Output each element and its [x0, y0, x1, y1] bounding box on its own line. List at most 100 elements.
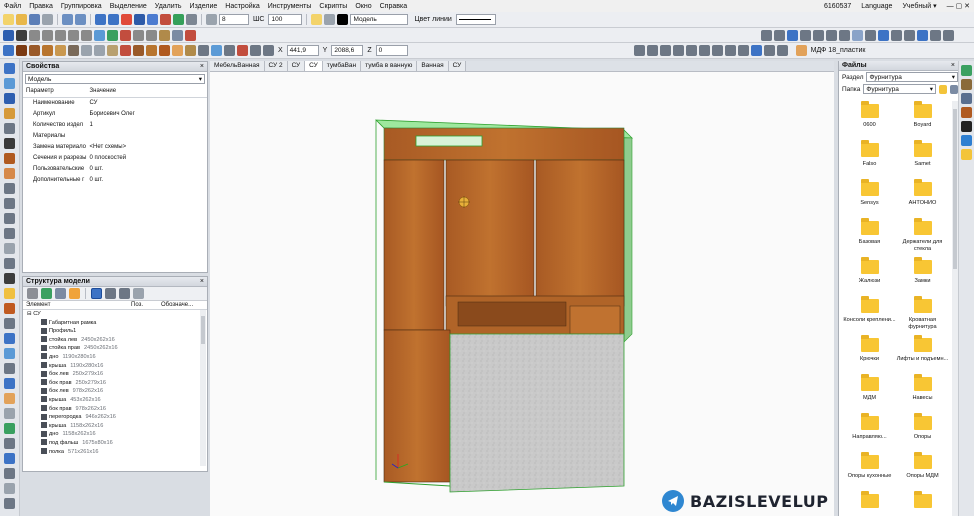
folder-item[interactable]: Навесы [896, 374, 949, 413]
edit-tool-11-icon[interactable] [776, 45, 788, 56]
tools-icon[interactable] [961, 93, 972, 104]
tree-item[interactable]: перегородка 946x262x16 [23, 413, 207, 422]
material-icon[interactable] [961, 107, 972, 118]
left-tool-22-icon[interactable] [4, 393, 15, 404]
close-icon[interactable]: × [200, 277, 204, 287]
cloud-icon[interactable] [961, 135, 972, 146]
edit-tool-4-icon[interactable] [685, 45, 697, 56]
left-tool-24-icon[interactable] [4, 423, 15, 434]
close-icon[interactable]: × [951, 61, 955, 71]
measure-icon[interactable] [186, 14, 197, 25]
folder-item[interactable]: Sensys [843, 179, 896, 218]
tree-item[interactable]: полка 571x261x16 [23, 448, 207, 457]
menu-item-2[interactable]: Группировка [61, 3, 102, 10]
layer-select[interactable]: Модель [350, 14, 409, 25]
tree-item[interactable]: крыша 1158x262x16 [23, 422, 207, 431]
open-file-icon[interactable] [16, 14, 27, 25]
tab-7[interactable]: СУ [448, 61, 467, 71]
line-width-field[interactable]: 8 [219, 14, 249, 25]
draw-tool-1-icon[interactable] [16, 29, 27, 41]
left-tool-23-icon[interactable] [4, 408, 15, 419]
dimension-icon[interactable] [173, 14, 184, 25]
view-tool-12-icon[interactable] [917, 29, 928, 41]
snap-icon[interactable] [95, 14, 106, 25]
menu-item-4[interactable]: Удалить [155, 3, 182, 10]
left-tool-18-icon[interactable] [4, 333, 15, 344]
tree-item[interactable]: крыша 453x262x16 [23, 396, 207, 405]
left-tool-28-icon[interactable] [4, 483, 15, 494]
tab-1[interactable]: СУ 2 [264, 61, 288, 71]
tab-5[interactable]: тумба в ванную [361, 61, 418, 71]
left-tool-11-icon[interactable] [4, 228, 15, 239]
model-tool-9-icon[interactable] [120, 45, 131, 56]
tree-item[interactable]: бок лев 978x262x16 [23, 387, 207, 396]
left-tool-12-icon[interactable] [4, 243, 15, 254]
draw-tool-14-icon[interactable] [185, 29, 196, 41]
expand-icon[interactable] [105, 288, 116, 299]
left-tool-2-icon[interactable] [4, 93, 15, 104]
model-tool-18-icon[interactable] [237, 45, 248, 56]
ortho-icon[interactable] [121, 14, 132, 25]
view-tool-11-icon[interactable] [904, 29, 915, 41]
left-tool-26-icon[interactable] [4, 453, 15, 464]
library-icon[interactable] [961, 65, 972, 76]
y-coordinate-field[interactable]: 2088,6 [331, 45, 364, 56]
left-tool-25-icon[interactable] [4, 438, 15, 449]
folder-item[interactable]: Направляю... [843, 413, 896, 452]
menu-item-6[interactable]: Настройка [225, 3, 259, 10]
property-row[interactable]: Пользовательские 0 шт. [23, 163, 207, 174]
view-tool-14-icon[interactable] [943, 29, 954, 41]
left-tool-14-icon[interactable] [4, 273, 15, 284]
draw-tool-10-icon[interactable] [133, 29, 144, 41]
edit-tool-6-icon[interactable] [711, 45, 723, 56]
folder-item[interactable] [843, 491, 896, 516]
list-icon[interactable] [119, 288, 130, 299]
property-row[interactable]: Дополнительные г0 шт. [23, 174, 207, 185]
left-tool-29-icon[interactable] [4, 498, 15, 509]
view-tool-9-icon[interactable] [878, 29, 889, 41]
language-menu[interactable]: Language [861, 3, 892, 10]
tree-item[interactable]: крыша 1190x280x16 [23, 362, 207, 371]
line-style-select[interactable] [455, 14, 496, 25]
property-value[interactable] [87, 130, 208, 141]
track-icon[interactable] [147, 14, 158, 25]
left-tool-27-icon[interactable] [4, 468, 15, 479]
view-tool-2-icon[interactable] [787, 29, 798, 41]
left-tool-20-icon[interactable] [4, 363, 15, 374]
left-tool-21-icon[interactable] [4, 378, 15, 389]
view-tool-8-icon[interactable] [865, 29, 876, 41]
property-value[interactable]: СУ [87, 97, 208, 108]
material-icon[interactable] [795, 45, 807, 56]
folder-item[interactable]: АНТОНИО [896, 179, 949, 218]
draw-tool-11-icon[interactable] [146, 29, 157, 41]
current-material[interactable]: МДФ 18_пластик [811, 47, 866, 54]
model-tool-1-icon[interactable] [16, 45, 27, 56]
tab-2[interactable]: СУ [287, 61, 306, 71]
folder-item[interactable]: Замки [896, 257, 949, 296]
property-value[interactable]: Борисевич Олег [87, 108, 208, 119]
draw-tool-6-icon[interactable] [81, 29, 92, 41]
close-icon[interactable]: × [200, 62, 204, 72]
draw-tool-9-icon[interactable] [120, 29, 131, 41]
left-tool-15-icon[interactable] [4, 288, 15, 299]
sort-icon[interactable] [69, 288, 80, 299]
draw-tool-8-icon[interactable] [107, 29, 118, 41]
left-tool-8-icon[interactable] [4, 183, 15, 194]
model-tool-7-icon[interactable] [94, 45, 105, 56]
left-tool-17-icon[interactable] [4, 318, 15, 329]
tab-0[interactable]: МебельВанная [210, 61, 265, 71]
folder-item[interactable]: Консоли креплени... [843, 296, 896, 335]
u-snap-icon[interactable] [134, 14, 145, 25]
edit-tool-7-icon[interactable] [724, 45, 736, 56]
folder-select[interactable]: Фурнитура ▾ [863, 84, 936, 94]
property-value[interactable]: 0 шт. [87, 163, 208, 174]
window-controls[interactable]: — ▢ ✕ [947, 2, 970, 10]
menu-item-1[interactable]: Правка [29, 3, 53, 10]
tree-root[interactable]: ⊟ СУ [23, 310, 207, 319]
draw-tool-3-icon[interactable] [42, 29, 53, 41]
left-tool-4-icon[interactable] [4, 123, 15, 134]
menu-item-7[interactable]: Инструменты [268, 3, 312, 10]
property-value[interactable]: 1 [87, 119, 208, 130]
model-tool-3-icon[interactable] [42, 45, 53, 56]
model-tool-10-icon[interactable] [133, 45, 144, 56]
